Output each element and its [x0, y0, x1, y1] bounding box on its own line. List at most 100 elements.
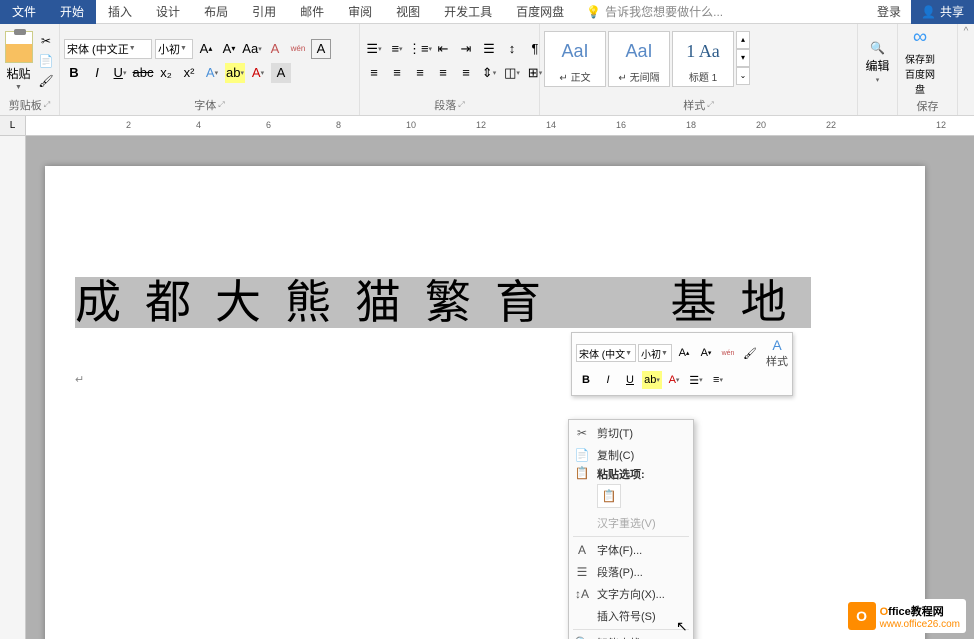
multilevel-button[interactable]: ⋮≡▾: [410, 39, 430, 59]
strikethrough-button[interactable]: abc: [133, 63, 153, 83]
paste-button[interactable]: 粘贴 ▼: [4, 31, 33, 91]
menu-home[interactable]: 开始: [48, 0, 96, 24]
paste-option-keep[interactable]: 📋: [597, 484, 621, 508]
font-group: 宋体 (中文正▼ 小初▼ A▴ A▾ Aa▾ A wén A B I U▾ ab…: [60, 24, 360, 115]
ctx-cut[interactable]: ✂ 剪切(T): [569, 422, 693, 444]
mini-italic[interactable]: I: [598, 371, 618, 389]
format-painter-button[interactable]: 🖌: [37, 73, 55, 89]
save-baidu-button[interactable]: ∞ 保存到百度网盘: [902, 26, 938, 96]
share-button[interactable]: 👤 共享: [911, 0, 974, 24]
numbering-button[interactable]: ≡▾: [387, 39, 407, 59]
ctx-paragraph[interactable]: ☰ 段落(P)...: [569, 561, 693, 583]
style-heading1[interactable]: 1 Aa 标题 1: [672, 31, 734, 87]
font-name-selector[interactable]: 宋体 (中文正▼: [64, 39, 152, 59]
mini-phonetic[interactable]: wén: [718, 344, 738, 362]
mini-numbering[interactable]: ≡▾: [708, 371, 728, 389]
menu-layout[interactable]: 布局: [192, 0, 240, 24]
font-icon: A: [573, 543, 591, 557]
tell-me-text: 告诉我您想要做什么...: [605, 3, 723, 20]
character-border-button[interactable]: A: [311, 39, 331, 59]
distribute-button[interactable]: ≡: [456, 63, 476, 83]
mini-bullets[interactable]: ☰▾: [686, 371, 706, 389]
increase-indent-button[interactable]: ⇥: [456, 39, 476, 59]
mini-font-color[interactable]: A▾: [664, 371, 684, 389]
ctx-font[interactable]: A 字体(F)...: [569, 539, 693, 561]
shading-button[interactable]: ◫▾: [502, 63, 522, 83]
subscript-button[interactable]: x₂: [156, 63, 176, 83]
sort-button[interactable]: ↕: [502, 39, 522, 59]
expand-icon[interactable]: ⤢: [44, 100, 50, 110]
ctx-text-direction[interactable]: ↕A 文字方向(X)...: [569, 583, 693, 605]
document-page[interactable]: 成都大熊猫繁育 基地 ↵: [45, 166, 925, 639]
ctx-ime-reconvert[interactable]: 汉字重选(V): [569, 512, 693, 534]
mini-size-selector[interactable]: 小初▼: [638, 344, 672, 362]
character-shading-button[interactable]: A: [271, 63, 291, 83]
menu-references[interactable]: 引用: [240, 0, 288, 24]
mini-bold[interactable]: B: [576, 371, 596, 389]
font-size-selector[interactable]: 小初▼: [155, 39, 193, 59]
edit-button[interactable]: 🔍 编辑 ▾: [862, 41, 893, 84]
expand-icon[interactable]: ⤢: [458, 100, 464, 110]
menu-mailings[interactable]: 邮件: [288, 0, 336, 24]
selected-title-text[interactable]: 成都大熊猫繁育 基地: [75, 277, 811, 328]
grow-font-button[interactable]: A▴: [196, 39, 216, 59]
tab-selector[interactable]: L: [0, 116, 26, 135]
login-button[interactable]: 登录: [867, 3, 911, 20]
justify-button[interactable]: ≡: [433, 63, 453, 83]
menu-baidu[interactable]: 百度网盘: [504, 0, 576, 24]
ctx-copy[interactable]: 📄 复制(C): [569, 444, 693, 466]
line-spacing-button[interactable]: ⇕▾: [479, 63, 499, 83]
clear-formatting-button[interactable]: A: [265, 39, 285, 59]
tell-me-box[interactable]: 💡 告诉我您想要做什么...: [576, 3, 867, 20]
align-right-button[interactable]: ≡: [410, 63, 430, 83]
phonetic-guide-button[interactable]: wén: [288, 39, 308, 59]
gallery-more-button[interactable]: ⌄: [736, 67, 750, 85]
paragraph-icon: ☰: [573, 565, 591, 579]
ctx-insert-symbol[interactable]: 插入符号(S): [569, 605, 693, 627]
menu-insert[interactable]: 插入: [96, 0, 144, 24]
decrease-indent-button[interactable]: ⇤: [433, 39, 453, 59]
shrink-font-button[interactable]: A▾: [219, 39, 239, 59]
align-left-button[interactable]: ≡: [364, 63, 384, 83]
mini-underline[interactable]: U: [620, 371, 640, 389]
menu-design[interactable]: 设计: [144, 0, 192, 24]
change-case-button[interactable]: Aa▾: [242, 39, 262, 59]
text-direction-button[interactable]: ☰: [479, 39, 499, 59]
text-effects-button[interactable]: A▾: [202, 63, 222, 83]
align-center-button[interactable]: ≡: [387, 63, 407, 83]
gallery-down-button[interactable]: ▾: [736, 49, 750, 67]
menu-developer[interactable]: 开发工具: [432, 0, 504, 24]
separator: [573, 536, 689, 537]
paragraph-group: ☰▾ ≡▾ ⋮≡▾ ⇤ ⇥ ☰ ↕ ¶ ≡ ≡ ≡ ≡ ≡ ⇕▾ ◫▾: [360, 24, 540, 115]
find-icon: 🔍: [870, 41, 885, 55]
style-normal[interactable]: AaI ↵ 正文: [544, 31, 606, 87]
mini-shrink-font[interactable]: A▾: [696, 344, 716, 362]
copy-button[interactable]: 📄: [37, 53, 55, 69]
clipboard-label: 剪贴板: [9, 97, 42, 113]
font-color-button[interactable]: A▾: [248, 63, 268, 83]
mini-highlight[interactable]: ab▾: [642, 371, 662, 389]
cut-button[interactable]: ✂: [37, 33, 55, 49]
gallery-up-button[interactable]: ▴: [736, 31, 750, 49]
expand-icon[interactable]: ⤢: [707, 100, 713, 110]
ctx-smart-lookup[interactable]: 🔍 智能查找(L): [569, 632, 693, 639]
bullets-button[interactable]: ☰▾: [364, 39, 384, 59]
mini-format-painter[interactable]: 🖌: [740, 344, 760, 362]
save-group: ∞ 保存到百度网盘 保存: [898, 24, 958, 115]
expand-icon[interactable]: ⤢: [218, 100, 224, 110]
style-no-spacing[interactable]: AaI ↵ 无间隔: [608, 31, 670, 87]
menu-review[interactable]: 审阅: [336, 0, 384, 24]
menu-view[interactable]: 视图: [384, 0, 432, 24]
collapse-ribbon-button[interactable]: ^: [958, 24, 974, 115]
underline-button[interactable]: U▾: [110, 63, 130, 83]
paragraph-mark: ↵: [75, 374, 84, 386]
font-label: 字体: [194, 97, 216, 113]
mini-grow-font[interactable]: A▴: [674, 344, 694, 362]
highlight-button[interactable]: ab▾: [225, 63, 245, 83]
menu-file[interactable]: 文件: [0, 0, 48, 24]
bold-button[interactable]: B: [64, 63, 84, 83]
mini-styles-button[interactable]: A 样式: [766, 337, 788, 369]
mini-font-selector[interactable]: 宋体 (中文▼: [576, 344, 636, 362]
italic-button[interactable]: I: [87, 63, 107, 83]
superscript-button[interactable]: x²: [179, 63, 199, 83]
